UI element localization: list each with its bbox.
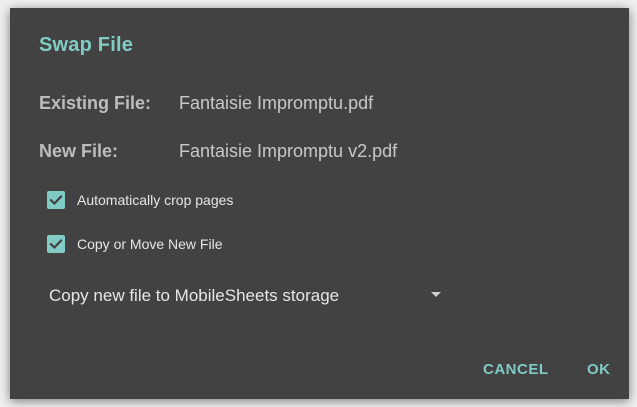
ok-button[interactable]: OK (587, 361, 611, 378)
dropdown-arrow-icon (431, 292, 441, 297)
existing-file-label: Existing File: (39, 93, 152, 113)
auto-crop-checkbox[interactable] (47, 191, 65, 209)
copy-move-checkbox-row[interactable]: Copy or Move New File (47, 232, 223, 256)
dialog-title: Swap File (39, 34, 134, 56)
copy-move-label: Copy or Move New File (77, 236, 223, 252)
new-file-value: Fantaisie Impromptu v2.pdf (179, 141, 398, 161)
auto-crop-checkbox-row[interactable]: Automatically crop pages (47, 188, 233, 212)
storage-dropdown[interactable]: Copy new file to MobileSheets storage (49, 282, 451, 310)
existing-file-value: Fantaisie Impromptu.pdf (179, 93, 374, 113)
swap-file-dialog: Swap File Existing File: Fantaisie Impro… (10, 8, 629, 399)
check-icon (49, 239, 63, 250)
new-file-label: New File: (39, 141, 119, 161)
check-icon (49, 195, 63, 206)
storage-dropdown-value: Copy new file to MobileSheets storage (49, 286, 340, 305)
auto-crop-label: Automatically crop pages (77, 192, 234, 208)
copy-move-checkbox[interactable] (47, 235, 65, 253)
cancel-button[interactable]: CANCEL (483, 361, 549, 378)
